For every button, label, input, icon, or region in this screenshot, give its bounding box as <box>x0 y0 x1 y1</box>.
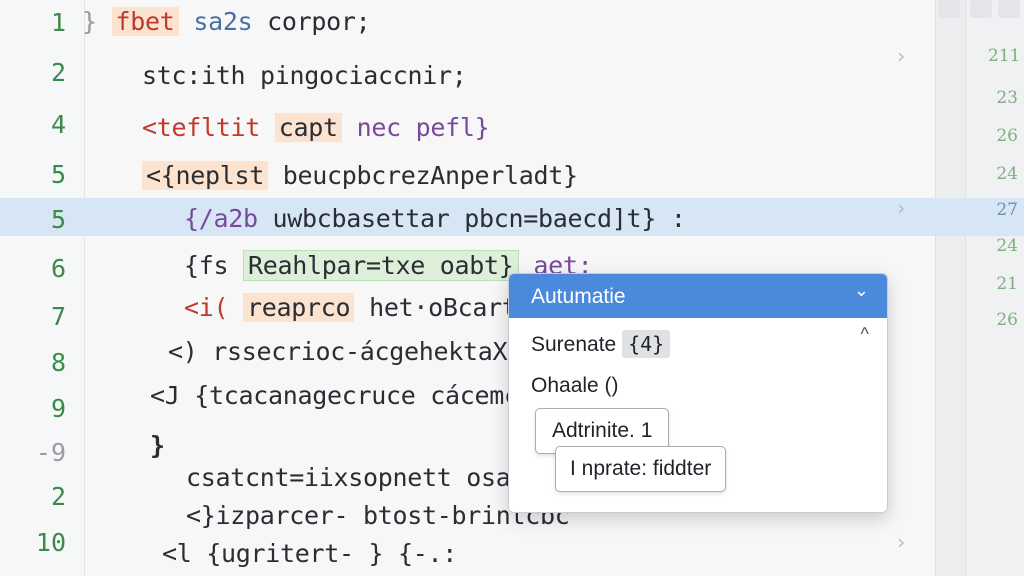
highlighted-token: reaprco <box>243 293 355 322</box>
autocomplete-item-label: Autumatie <box>531 285 626 308</box>
line-number: 4 <box>50 110 66 139</box>
fold-chevron-icon[interactable]: › <box>895 530 907 554</box>
scrollbar-cap[interactable] <box>998 0 1020 18</box>
highlighted-token: <{neplst <box>142 161 269 190</box>
code-text: {fs <box>184 251 229 280</box>
chevron-up-icon[interactable]: ^ <box>861 324 869 345</box>
highlighted-token: Reahlpar=txe oabt} <box>243 250 519 281</box>
line-number: 6 <box>50 254 66 283</box>
code-text: {/a2b <box>184 204 258 233</box>
code-line[interactable]: } <box>150 430 165 462</box>
scrollbar-cap[interactable] <box>938 0 960 18</box>
autocomplete-item[interactable]: Surenate {4} <box>531 330 671 358</box>
code-text: het·oBcartn <box>369 293 532 322</box>
code-line[interactable]: csatcnt=iixsopnett osarb; <box>186 462 555 494</box>
code-line[interactable]: <i( reaprco het·oBcartn <box>184 292 532 324</box>
line-number: 7 <box>50 302 66 331</box>
minimap-line-number: 27 <box>996 200 1018 220</box>
scrollbar-cap[interactable] <box>970 0 992 18</box>
line-number: 2 <box>50 482 66 511</box>
code-line[interactable]: <) rssecrioc-ácgehektaXenn <box>168 336 552 368</box>
keyword-token: <i( <box>184 293 229 322</box>
autocomplete-item-selected[interactable]: Autumatie ⌄ <box>509 274 887 318</box>
fold-chevron-icon[interactable]: › <box>895 44 907 68</box>
code-line[interactable]: } fbet sa2s corpor; <box>82 6 371 38</box>
minimap-line-number: 26 <box>996 126 1018 146</box>
line-number: 1 <box>50 8 66 37</box>
minimap-line-number: 24 <box>996 164 1018 184</box>
code-text: nec pefl} <box>356 113 490 142</box>
code-text: corpor; <box>267 7 371 36</box>
autocomplete-item-badge: {4} <box>622 330 671 358</box>
autocomplete-item[interactable]: Ohaale () <box>531 374 619 398</box>
autocomplete-action-button[interactable]: I nprate: fiddter <box>555 446 727 492</box>
minimap-line-number: 211 <box>988 46 1021 66</box>
code-line-current[interactable]: {/a2b uwbcbasettar pbcn=baecd]t} : <box>184 203 686 235</box>
minimap-line-number: 26 <box>996 310 1018 330</box>
keyword-token: <tefltit <box>142 113 261 142</box>
code-line[interactable]: stc:ith pingociaccnir; <box>142 60 467 92</box>
code-line[interactable]: <tefltit capt nec pefl} <box>142 112 490 144</box>
line-number: 10 <box>35 528 66 557</box>
chevron-down-icon[interactable]: ⌄ <box>854 280 869 301</box>
autocomplete-popup[interactable]: Autumatie ⌄ ^ Surenate {4} Ohaale () Adt… <box>508 273 888 513</box>
minimap-line-number: 23 <box>996 88 1018 108</box>
fold-chevron-icon[interactable]: › <box>895 196 907 220</box>
highlighted-token: capt <box>274 113 342 142</box>
code-text: beucpbcrezAnperladt} <box>282 161 578 190</box>
brace-token: } <box>82 7 97 36</box>
type-token: sa2s <box>193 7 253 36</box>
minimap-line-number: 21 <box>996 274 1018 294</box>
keyword-token: fbet <box>111 7 179 36</box>
line-number: 9 <box>50 394 66 423</box>
line-number: 5 <box>50 160 66 189</box>
line-number: 5 <box>50 205 66 234</box>
code-line[interactable]: <l {ugritert- } {-.: <box>162 538 457 570</box>
code-text: uwbcbasettar pbcn=baecd]t} : <box>272 204 686 233</box>
autocomplete-item-label: Surenate <box>531 333 617 356</box>
line-number: 8 <box>50 348 66 377</box>
fold-column <box>935 0 966 576</box>
minimap-line-number: 24 <box>996 236 1018 256</box>
code-line[interactable]: <{neplst beucpbcrezAnperladt} <box>142 160 578 192</box>
line-number: 2 <box>50 58 66 87</box>
code-line[interactable]: <J {tcacanagecruce cácemc <box>150 380 519 412</box>
line-number: -9 <box>35 438 66 467</box>
